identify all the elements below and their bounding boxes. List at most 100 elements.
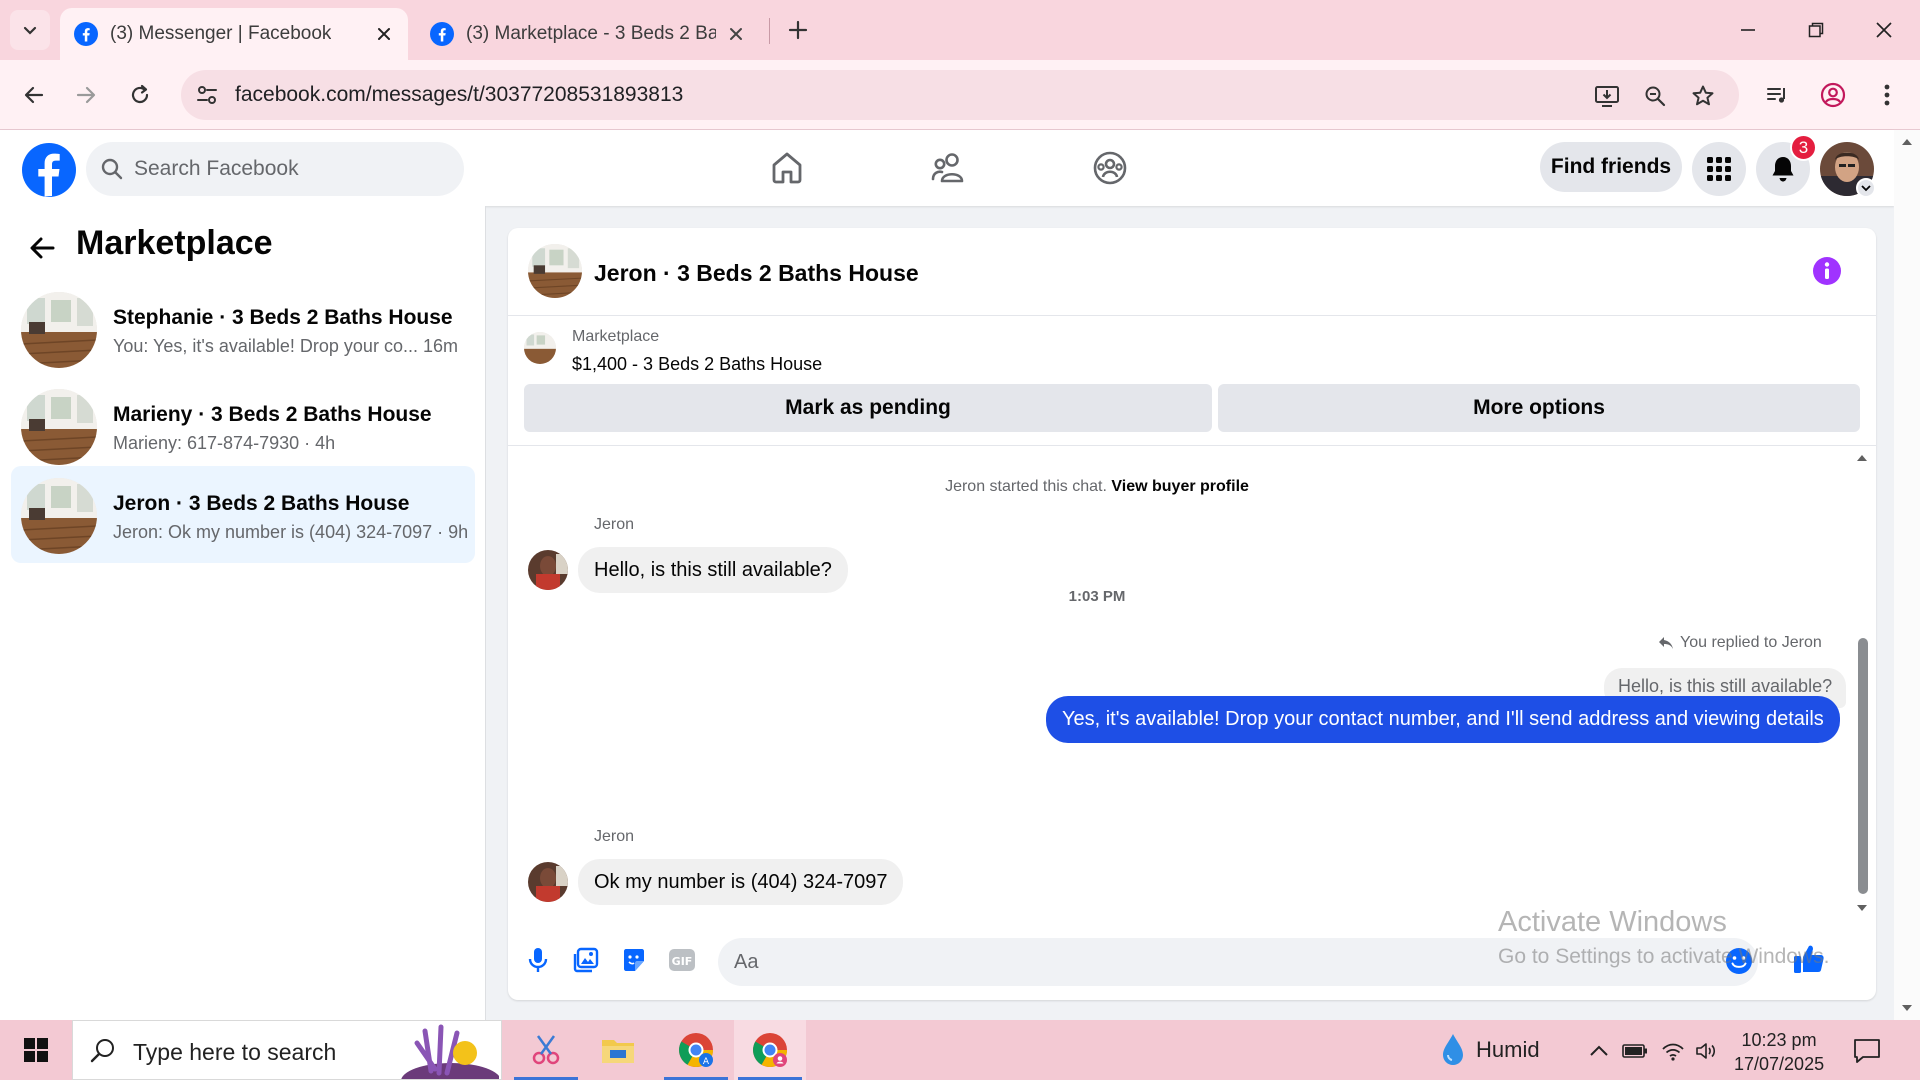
scroll-down-arrow-icon[interactable] bbox=[1856, 904, 1868, 912]
reload-icon[interactable] bbox=[120, 75, 160, 115]
volume-icon[interactable] bbox=[1694, 1038, 1720, 1064]
close-tab-icon[interactable] bbox=[372, 22, 396, 46]
clock-time: 10:23 pm bbox=[1741, 1030, 1817, 1050]
info-icon[interactable] bbox=[1812, 256, 1842, 286]
search-highlight-illustration bbox=[401, 1024, 499, 1079]
microphone-icon[interactable] bbox=[522, 944, 554, 976]
bookmark-star-icon[interactable] bbox=[1689, 82, 1717, 110]
view-buyer-profile-link[interactable]: View buyer profile bbox=[1111, 478, 1249, 495]
forward-arrow-icon[interactable] bbox=[66, 75, 106, 115]
listing-thumbnail[interactable] bbox=[524, 332, 556, 364]
conversation-preview: Marieny: 617-874-7930 · 4h bbox=[113, 433, 336, 453]
close-window-icon[interactable] bbox=[1862, 12, 1906, 48]
sender-avatar[interactable] bbox=[528, 550, 568, 590]
tab-list-chevron-icon[interactable] bbox=[10, 10, 50, 50]
minimize-icon[interactable] bbox=[1726, 12, 1770, 48]
messages-scrollbar[interactable] bbox=[1854, 454, 1870, 920]
gif-icon[interactable]: GIF bbox=[666, 944, 698, 976]
tab-marketplace[interactable]: (3) Marketplace - 3 Beds 2 Bath bbox=[416, 8, 760, 60]
chat-title[interactable]: Jeron · 3 Beds 2 Baths House bbox=[594, 260, 919, 287]
tab-messenger[interactable]: (3) Messenger | Facebook bbox=[60, 8, 408, 60]
listing-thumbnail bbox=[21, 478, 97, 554]
taskbar-chrome-icon[interactable]: A bbox=[660, 1020, 732, 1080]
replied-indicator: You replied to Jeron bbox=[1658, 634, 1822, 652]
sender-name: Jeron bbox=[594, 828, 635, 845]
message-input[interactable] bbox=[734, 938, 1674, 986]
scroll-down-arrow-icon[interactable] bbox=[1901, 1004, 1913, 1012]
incoming-message-bubble[interactable]: Hello, is this still available? bbox=[578, 547, 848, 593]
show-hidden-icons-chevron-icon[interactable] bbox=[1586, 1038, 1612, 1064]
replied-label: You replied to Jeron bbox=[1680, 634, 1822, 651]
close-tab-icon[interactable] bbox=[724, 22, 748, 46]
weather-widget[interactable]: Humid bbox=[1438, 1032, 1540, 1068]
more-options-button[interactable]: More options bbox=[1218, 384, 1860, 432]
emoji-icon[interactable] bbox=[1724, 946, 1754, 976]
conversation-item[interactable]: Marieny · 3 Beds 2 Baths House Marieny: … bbox=[11, 377, 475, 474]
taskbar-snipping-tool-icon[interactable] bbox=[510, 1020, 582, 1080]
page-scrollbar[interactable] bbox=[1894, 130, 1920, 1020]
taskbar-file-explorer-icon[interactable] bbox=[582, 1020, 654, 1080]
windows-start-icon[interactable] bbox=[14, 1032, 58, 1068]
back-arrow-icon[interactable] bbox=[22, 228, 62, 268]
profile-icon[interactable] bbox=[1818, 80, 1848, 110]
zoom-icon[interactable] bbox=[1641, 82, 1669, 110]
marketplace-conversations-panel: Marketplace Stephanie · 3 Beds 2 Baths H… bbox=[0, 206, 486, 1020]
photo-icon[interactable] bbox=[570, 944, 602, 976]
facebook-search-box[interactable] bbox=[86, 142, 464, 196]
facebook-logo-icon[interactable] bbox=[22, 143, 76, 197]
listing-price-title[interactable]: $1,400 - 3 Beds 2 Baths House bbox=[572, 354, 822, 375]
svg-text:GIF: GIF bbox=[672, 955, 693, 968]
account-chevron-down-icon[interactable] bbox=[1856, 178, 1876, 198]
chat-started-note: Jeron started this chat. View buyer prof… bbox=[508, 478, 1686, 496]
tab-title: (3) Messenger | Facebook bbox=[110, 23, 332, 44]
water-drop-icon bbox=[1443, 1034, 1463, 1065]
nav-friends-icon[interactable] bbox=[888, 134, 1008, 202]
nav-groups-icon[interactable] bbox=[1050, 134, 1170, 202]
listing-thumbnail bbox=[21, 389, 97, 465]
new-tab-plus-icon[interactable] bbox=[780, 12, 816, 48]
taskbar-chrome-profile-icon[interactable] bbox=[734, 1020, 806, 1080]
nav-home-icon[interactable] bbox=[727, 134, 847, 202]
url-text[interactable]: facebook.com/messages/t/3037720853189381… bbox=[235, 83, 683, 107]
kebab-menu-icon[interactable] bbox=[1872, 80, 1902, 110]
install-app-icon[interactable] bbox=[1593, 82, 1621, 110]
listing-thumbnail[interactable] bbox=[528, 244, 582, 298]
taskbar-search-box[interactable]: Type here to search bbox=[72, 1020, 502, 1080]
address-bar[interactable]: facebook.com/messages/t/3037720853189381… bbox=[181, 70, 1739, 120]
battery-icon[interactable] bbox=[1622, 1038, 1648, 1064]
scroll-up-arrow-icon[interactable] bbox=[1901, 138, 1913, 146]
started-text: Jeron started this chat. bbox=[945, 478, 1107, 495]
conversation-item-active[interactable]: Jeron · 3 Beds 2 Baths House Jeron: Ok m… bbox=[11, 466, 475, 563]
chat-header: Jeron · 3 Beds 2 Baths House bbox=[508, 228, 1876, 316]
message-composer: GIF bbox=[508, 926, 1876, 1000]
message-input-box[interactable] bbox=[718, 938, 1758, 986]
notification-center-icon[interactable] bbox=[1852, 1036, 1882, 1066]
facebook-favicon-icon bbox=[430, 22, 454, 46]
message-thread: Jeron started this chat. View buyer prof… bbox=[508, 446, 1876, 916]
scroll-up-arrow-icon[interactable] bbox=[1856, 454, 1868, 462]
browser-tab-bar: (3) Messenger | Facebook (3) Marketplace… bbox=[0, 0, 1920, 60]
listing-bar: Marketplace $1,400 - 3 Beds 2 Baths Hous… bbox=[508, 316, 1876, 446]
facebook-search-input[interactable] bbox=[134, 142, 454, 196]
conversation-name: Jeron · 3 Beds 2 Baths House bbox=[113, 492, 410, 515]
outgoing-message-bubble[interactable]: Yes, it's available! Drop your contact n… bbox=[1046, 696, 1840, 743]
sender-avatar[interactable] bbox=[528, 862, 568, 902]
find-friends-button[interactable]: Find friends bbox=[1540, 142, 1682, 192]
thumbs-up-icon[interactable] bbox=[1792, 942, 1826, 976]
scroll-thumb[interactable] bbox=[1858, 638, 1868, 894]
back-arrow-icon[interactable] bbox=[14, 75, 54, 115]
conversation-item[interactable]: Stephanie · 3 Beds 2 Baths House You: Ye… bbox=[11, 280, 475, 377]
menu-grid-icon[interactable] bbox=[1692, 142, 1746, 196]
facebook-favicon-icon bbox=[74, 22, 98, 46]
system-clock[interactable]: 10:23 pm 17/07/2025 bbox=[1734, 1028, 1824, 1076]
notification-count-badge: 3 bbox=[1790, 134, 1817, 161]
mark-as-pending-button[interactable]: Mark as pending bbox=[524, 384, 1212, 432]
site-settings-icon[interactable] bbox=[195, 83, 219, 107]
wifi-icon[interactable] bbox=[1660, 1038, 1686, 1064]
tab-title: (3) Marketplace - 3 Beds 2 Bath bbox=[466, 23, 716, 44]
incoming-message-bubble[interactable]: Ok my number is (404) 324-7097 bbox=[578, 859, 904, 905]
sticker-icon[interactable] bbox=[618, 944, 650, 976]
restore-icon[interactable] bbox=[1794, 12, 1838, 48]
media-control-icon[interactable] bbox=[1762, 80, 1792, 110]
facebook-header: Find friends 3 bbox=[0, 130, 1894, 206]
